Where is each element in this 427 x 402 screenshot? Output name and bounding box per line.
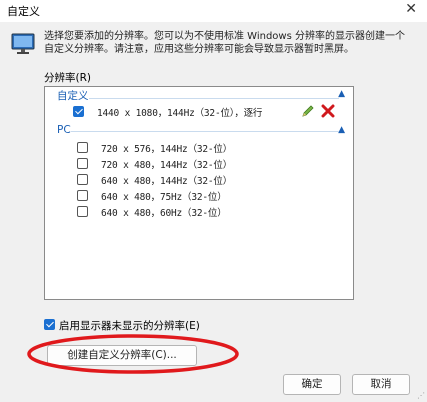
resolution-text: 720 x 576，144Hz（32-位） [101,144,233,155]
resolution-listbox[interactable]: 自定义 ▲ 1440 x 1080，144Hz（32-位），逐行 PC ▲ 72… [44,86,354,300]
close-icon[interactable]: ✕ [405,1,417,17]
checkbox[interactable] [77,158,88,169]
group-divider [89,98,339,99]
chevron-up-icon[interactable]: ▲ [338,125,345,135]
description-text: 选择您要添加的分辨率。您可以为不使用标准 Windows 分辨率的显示器创建一个… [44,31,405,55]
resolution-text: 720 x 480，144Hz（32-位） [101,160,233,171]
ok-button[interactable]: 确定 [283,374,341,395]
checkbox[interactable] [77,206,88,217]
enable-hidden-label: 启用显示器未显示的分辨率(E) [59,320,200,332]
monitor-icon [11,33,35,54]
group-header-pc: PC [57,124,71,136]
checkbox[interactable] [77,142,88,153]
cancel-button[interactable]: 取消 [352,374,410,395]
checkbox[interactable] [73,106,84,117]
pencil-icon[interactable] [301,104,315,118]
window-title: 自定义 [7,5,40,18]
resolution-text: 1440 x 1080，144Hz（32-位），逐行 [97,108,263,119]
list-item[interactable]: 1440 x 1080，144Hz（32-位），逐行 [55,101,345,123]
checkbox[interactable] [77,190,88,201]
group-divider [71,131,339,132]
checkbox[interactable] [44,319,55,330]
resize-grip-icon[interactable]: ⋰ [417,391,425,400]
resolution-text: 640 x 480，60Hz（32-位） [101,208,227,219]
title-bar: 自定义 ✕ [0,0,427,22]
create-custom-resolution-button[interactable]: 创建自定义分辨率(C)... [47,345,197,366]
checkbox[interactable] [77,174,88,185]
resolution-text: 640 x 480，75Hz（32-位） [101,192,227,203]
chevron-up-icon[interactable]: ▲ [338,89,345,99]
resolution-list-label: 分辨率(R) [44,72,91,84]
resolution-text: 640 x 480，144Hz（32-位） [101,176,233,187]
delete-x-icon[interactable] [321,104,335,118]
